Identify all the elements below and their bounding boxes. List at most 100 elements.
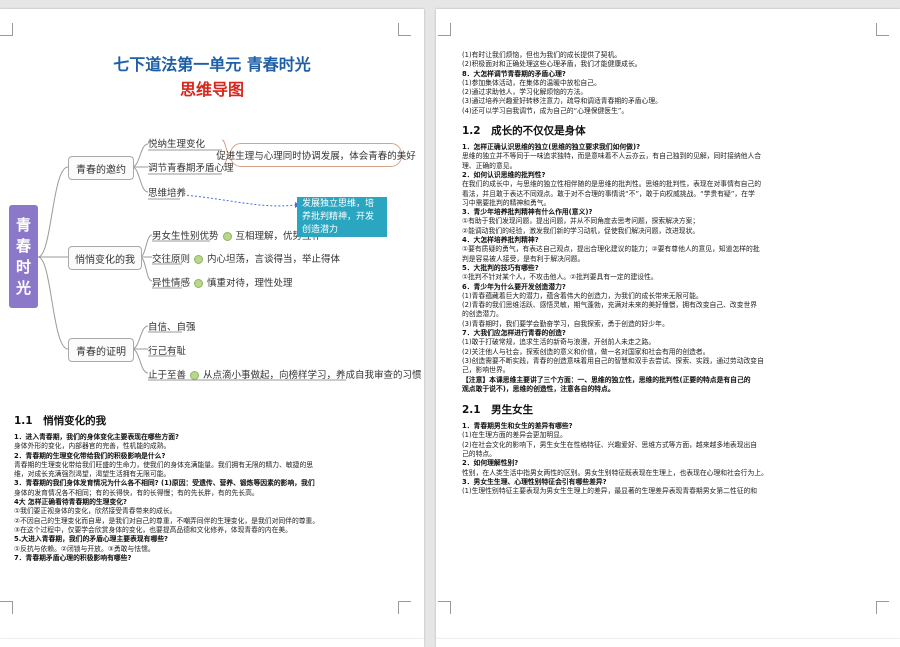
question-line: 【注意】本课思维主要讲了三个方面：一、思维的独立性，思维的批判性(正要的特点是有… <box>462 375 751 384</box>
question-line: 观点敢于说不)，思维的创造性，注意各自的特点。 <box>462 384 615 393</box>
dotted-arrow <box>182 194 296 207</box>
next-page-left <box>0 639 424 647</box>
leaf-emotions: 异性情感 慎重对待，理性处理 <box>152 275 293 289</box>
text-line: ①我们要正视身体的变化，欣然接受青春带来的成长。 <box>14 507 177 516</box>
text-line: (2)通过求助他人，学习化解烦恼的方法。 <box>462 88 588 97</box>
crop-mark <box>438 23 451 36</box>
text-line: 己的特点。 <box>462 449 496 458</box>
leaf-shame: 行己有耻 <box>148 346 187 357</box>
text-line: 在我们的成长中，与思维的独立性相伴随的是思维的批判性。思维的批判性，表现在对事情… <box>462 180 762 189</box>
leaf-gender-advantage: 男女生性别优势 互相理解，优势互补 <box>152 228 321 242</box>
leaf-excellence: 止于至善 从点滴小事做起，向榜样学习，养成自我审查的习惯 <box>148 367 422 381</box>
leaf-label: 男女生性别优势 <box>152 231 219 242</box>
text-line: (1)敢于打破常规，追求生活的新奇与浪漫，开创前人未走之路。 <box>462 338 656 347</box>
text-line: (1)有时让我们烦恼，但也为我们的成长提供了契机。 <box>462 51 622 59</box>
text-line: (1)在生理方面的差异会更加明显。 <box>462 431 567 440</box>
question-line: 7．青春期矛盾心理的积极影响有哪些? <box>14 553 132 562</box>
text-line: (4)还可以学习自我调节，成为自己的“心理保健医生”。 <box>462 106 629 115</box>
crop-mark <box>438 601 451 614</box>
leaf-label: 异性情感 <box>152 278 191 289</box>
text-line: (3)通过培养兴趣爱好转移注意力，疏导和调适青春期的矛盾心理。 <box>462 97 662 106</box>
branch-youth-proof: 青春的证明 <box>68 338 134 362</box>
text-line: ①要有质疑的勇气，有表达自己观点，提出合理化建议的能力；②要有尊他人的意见，知道… <box>462 245 760 254</box>
crop-mark <box>0 601 13 614</box>
plus-circle-icon <box>194 279 204 288</box>
leaf-label: 止于至善 <box>148 370 187 381</box>
question-line: 3．男女生生理、心理性别特征会引有哪些差异? <box>462 477 607 486</box>
text-line: ①有助于我们发现问题，提出问题，并从不同角度去思考问题，探索解决方案； <box>462 217 700 226</box>
question-line: 6．青少年为什么要开发创造潜力? <box>462 282 566 291</box>
question-line: 3．青春期的我们身体发育情况为什么各不相同? (1)原因：受遗传、营养、锻炼等因… <box>14 479 315 488</box>
plus-circle-icon <box>222 232 232 241</box>
leaf-confidence: 自信、自强 <box>148 322 196 333</box>
text-line: ①反抗与依赖。②闭锁与开放。③勇敢与怯懦。 <box>14 544 155 553</box>
question-line: 8．大怎样调节青春期的矛盾心理? <box>462 69 566 78</box>
connector-line <box>131 325 149 350</box>
connector-line <box>131 143 149 168</box>
text-line: 身体外形的变化，内部器官的完善，性机能的成熟。 <box>14 442 171 451</box>
question-line: 5．大批判的技巧有哪些? <box>462 263 539 272</box>
text-line: (1)参加集体活动，在集体的温暖中放松自己。 <box>462 78 601 87</box>
leaf-adjust-mind: 调节青春期矛盾心理 <box>148 163 234 174</box>
question-line: 4．大怎样培养批判精神? <box>462 236 539 245</box>
callout-box: 发展独立思维，培养批判精神，开发创造潜力 <box>297 197 387 237</box>
right-text-body: (1)有时让我们烦恼，但也为我们的成长提供了契机。 (2)积极面对和正确处理这些心… <box>462 51 882 496</box>
leaf-accept-changes: 悦纳生理变化 <box>148 139 206 150</box>
text-line: ③在这个过程中，仅要学会欣赏身体的变化，也要提高品德和文化修养，体现青春的内在美… <box>14 525 292 534</box>
text-line: (2)关注他人与社会，探索创造的意义和价值，做一名对国家和社会有用的创造者。 <box>462 347 710 356</box>
leaf-note: 慎重对待，理性处理 <box>207 278 293 289</box>
summary-bubble: 促进生理与心理同时协调发展，体会青春的美好 <box>216 143 416 167</box>
text-line: (1)生理性别特征主要表现为男女生生理上的差异，最显著的生理差异表现青春期男女第… <box>462 487 758 496</box>
connector-line <box>37 166 69 258</box>
text-line: (2)青春的我们思维活跃、感悟灵敏，期气蓬勃，充满对未来的美好憧憬，拥有改变自己… <box>462 301 758 310</box>
question-line: 2．青春期的生理变化带给我们的积极影响是什么? <box>14 451 166 460</box>
text-line: (1)青春蕴藏着巨大的潜力，蕴含着伟大的创造力，为我们的成长带来无限可能。 <box>462 291 703 300</box>
text-line: 青春期的生理变化带给我们旺盛的生命力，使我们的身体充满能量。我们拥有无限的精力、… <box>14 460 314 469</box>
leaf-thinking-training: 思维培养 <box>148 188 187 199</box>
text-line: (2)积极面对和正确处理这些心理矛盾，我们才能健康成长。 <box>462 60 642 69</box>
left-lines: 1．进入青春期，我们的身体变化主要表现在哪些方面? 身体外形的变化，内部器官的完善… <box>14 433 412 563</box>
text-line: 看法，并且敢于表达不同观点。敢于对不合理的事情说“不”，敢于向权威挑战。“学贵有… <box>462 189 755 198</box>
question-line: 2．如何理解性别? <box>462 459 519 468</box>
text-line: 性别，在人类生活中指男女两性的区别。男女生别特征既表现在生理上，也表现在心理和社… <box>462 468 768 477</box>
crop-mark <box>876 23 889 36</box>
question-line: 2．如何认识思维的批判性? <box>462 170 546 179</box>
mindmap-root: 青春时光 <box>9 205 38 308</box>
text-line: 的创造潜力。 <box>462 310 503 319</box>
connector-line <box>131 348 149 374</box>
leaf-principles: 交往原则 内心坦荡，言谈得当，举止得体 <box>152 251 340 265</box>
question-line: 1．怎样正确认识思维的独立(思维的独立要求我们如何做)? <box>462 143 641 152</box>
question-line: 4大 怎样正确看待青春期的生理变化? <box>14 498 127 507</box>
text-line: 己，影响世界。 <box>462 366 510 375</box>
branch-quiet-changes: 悄悄变化的我 <box>68 246 142 270</box>
text-line: (3)创造需要不断实践，青春的创造意味着用自己的智慧和双手去尝试、探索、实践，通… <box>462 356 764 365</box>
question-line: 3．青少年培养批判精神有什么作用(意义)? <box>462 208 593 217</box>
branch-youth-invitation: 青春的邀约 <box>68 156 134 180</box>
text-line: ②能调动我们的经验，激发我们新的学习动机，促使我们解决问题，改进现状。 <box>462 226 700 235</box>
next-page-right <box>436 639 900 647</box>
text-line: 判是容易被人接受，是有利于解决问题。 <box>462 254 585 263</box>
text-line: 理、正确的意见。 <box>462 161 517 170</box>
leaf-label: 交往原则 <box>152 254 191 265</box>
section-heading: 1.1 悄悄变化的我 <box>14 415 107 427</box>
crop-mark <box>398 601 411 614</box>
document-page-right: (1)有时让我们烦恼，但也为我们的成长提供了契机。 (2)积极面对和正确处理这些心… <box>436 9 900 639</box>
plus-circle-icon <box>190 371 200 380</box>
question-line: 1．进入青春期，我们的身体变化主要表现在哪些方面? <box>14 433 179 441</box>
connector-line <box>37 256 69 350</box>
leaf-note: 从点滴小事做起，向榜样学习，养成自我审查的习惯 <box>203 370 422 381</box>
text-line: ②不因自己的生理变化而自卑，是我们对自己的尊重，不嘲弄同伴的生理变化，是我们对同… <box>14 516 320 525</box>
right-lines-top: (1)有时让我们烦恼，但也为我们的成长提供了契机。 (2)积极面对和正确处理这些心… <box>462 51 882 116</box>
right-lines-bottom: 1．青春期男生和女生的差异有哪些? (1)在生理方面的差异会更加明显。 (2)在社会… <box>462 422 882 496</box>
plus-circle-icon <box>194 255 204 264</box>
section-heading: 1.2 成长的不仅仅是身体 <box>462 125 586 138</box>
right-lines-mid: 1．怎样正确认识思维的独立(思维的独立要求我们如何做)? 思维的独立并不等同于一味… <box>462 143 882 394</box>
crop-mark <box>876 601 889 614</box>
connector-line <box>131 166 149 193</box>
leaf-note: 内心坦荡，言谈得当，举止得体 <box>207 254 341 265</box>
text-line: ①批判不针对某个人，不攻击他人。②批判要具有一定的建设性。 <box>462 273 658 282</box>
section-heading: 2.1 男生女生 <box>462 404 534 417</box>
text-line: 维，对成长充满强烈渴望，渴望生活拥有无限可能。 <box>14 470 171 479</box>
question-line: 7．大我们应怎样进行青春的创造? <box>462 329 566 338</box>
text-line: (2)在社会文化的影响下，男生女生在性格特征、兴趣爱好、思维方式等方面，越来越多… <box>462 440 758 449</box>
